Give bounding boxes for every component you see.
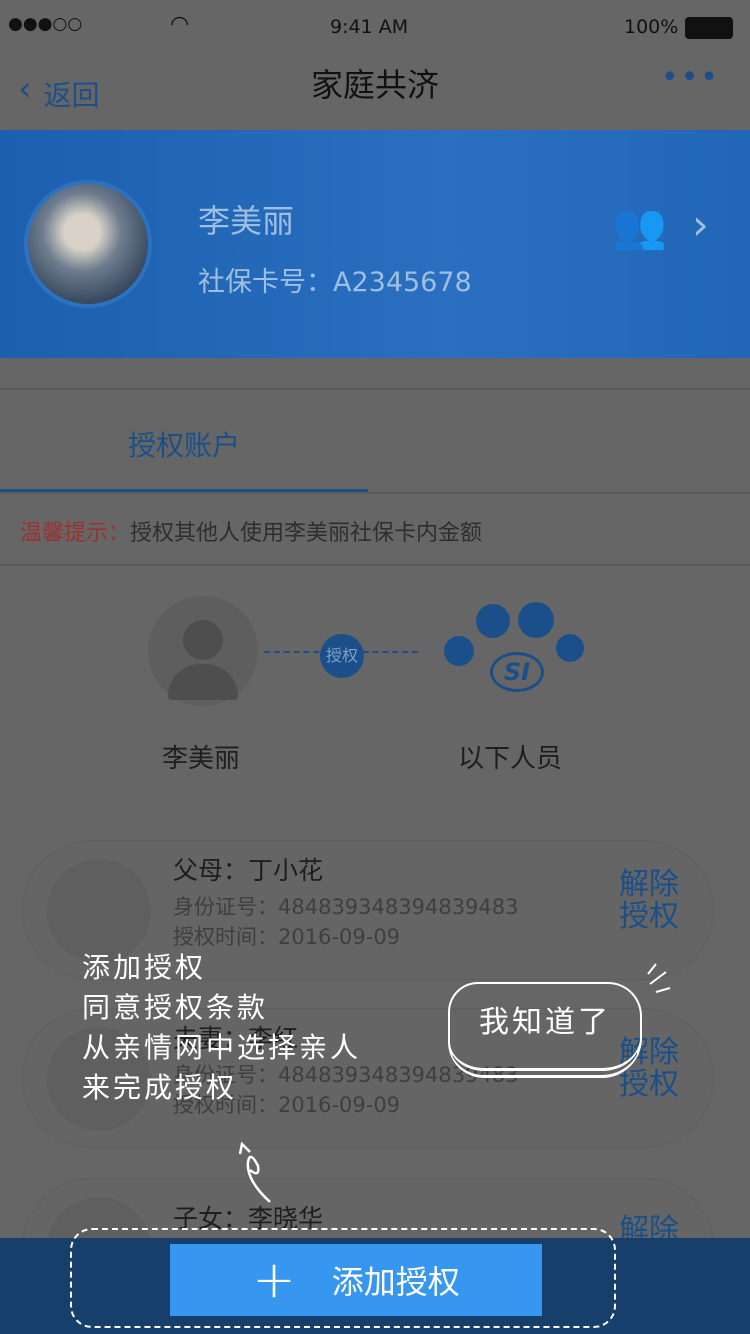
si-logo: SI	[490, 652, 544, 692]
to-label: 以下人员	[458, 744, 563, 774]
tip-text: 授权其他人使用李美丽社保卡内金额	[130, 521, 483, 546]
member-time: 授权时间：2016-09-09	[173, 925, 401, 949]
add-authorization-label: 添加授权	[331, 1263, 460, 1301]
from-label: 李美丽	[162, 744, 241, 774]
time: 9:41 AM	[330, 16, 409, 38]
battery-icon	[685, 17, 733, 39]
guide-line: 从亲情网中选择亲人	[82, 1031, 362, 1064]
tip: 温馨提示：授权其他人使用李美丽社保卡内金额	[20, 515, 482, 547]
add-authorization-button[interactable]: + 添加授权	[170, 1244, 542, 1316]
family-group-icon: SI	[444, 600, 584, 696]
chevron-right-icon[interactable]: ›	[692, 200, 709, 249]
guide-line: 添加授权	[82, 951, 207, 984]
page-title: 家庭共济	[310, 66, 439, 104]
card-number: 社保卡号：A2345678	[198, 267, 472, 298]
user-placeholder-icon	[148, 596, 258, 706]
divider	[0, 564, 750, 566]
got-it-button[interactable]: 我知道了	[448, 982, 642, 1078]
divider	[0, 492, 750, 494]
member-id: 身份证号：484839348394839483	[173, 895, 519, 919]
guide-line: 同意授权条款	[82, 991, 269, 1024]
guide-line: 来完成授权	[82, 1071, 238, 1104]
wifi-icon: ◠	[170, 12, 190, 37]
sparkle-icon	[647, 963, 671, 993]
revoke-button[interactable]: 解除授权	[619, 869, 683, 933]
curved-arrow-icon	[238, 1141, 271, 1203]
family-icon[interactable]: 👥	[612, 200, 667, 252]
avatar	[24, 180, 152, 308]
profile-name: 李美丽	[198, 202, 295, 240]
battery-text: 100%	[624, 16, 679, 38]
signal-icon: ●●●○○	[8, 14, 83, 34]
more-button[interactable]: •••	[661, 60, 720, 95]
plus-icon: +	[252, 1250, 296, 1310]
member-name: 父母：丁小花	[173, 856, 324, 885]
status-bar: ●●●○○ ◠ 9:41 AM 100%	[0, 0, 750, 54]
nav-bar: ‹ 返回 家庭共济 •••	[0, 54, 750, 130]
guide-text: 添加授权 同意授权条款 从亲情网中选择亲人 来完成授权	[82, 948, 361, 1108]
authorize-badge: 授权	[320, 634, 364, 678]
tab-authorized-accounts[interactable]: 授权账户	[0, 390, 368, 494]
tip-label: 温馨提示：	[20, 521, 131, 546]
